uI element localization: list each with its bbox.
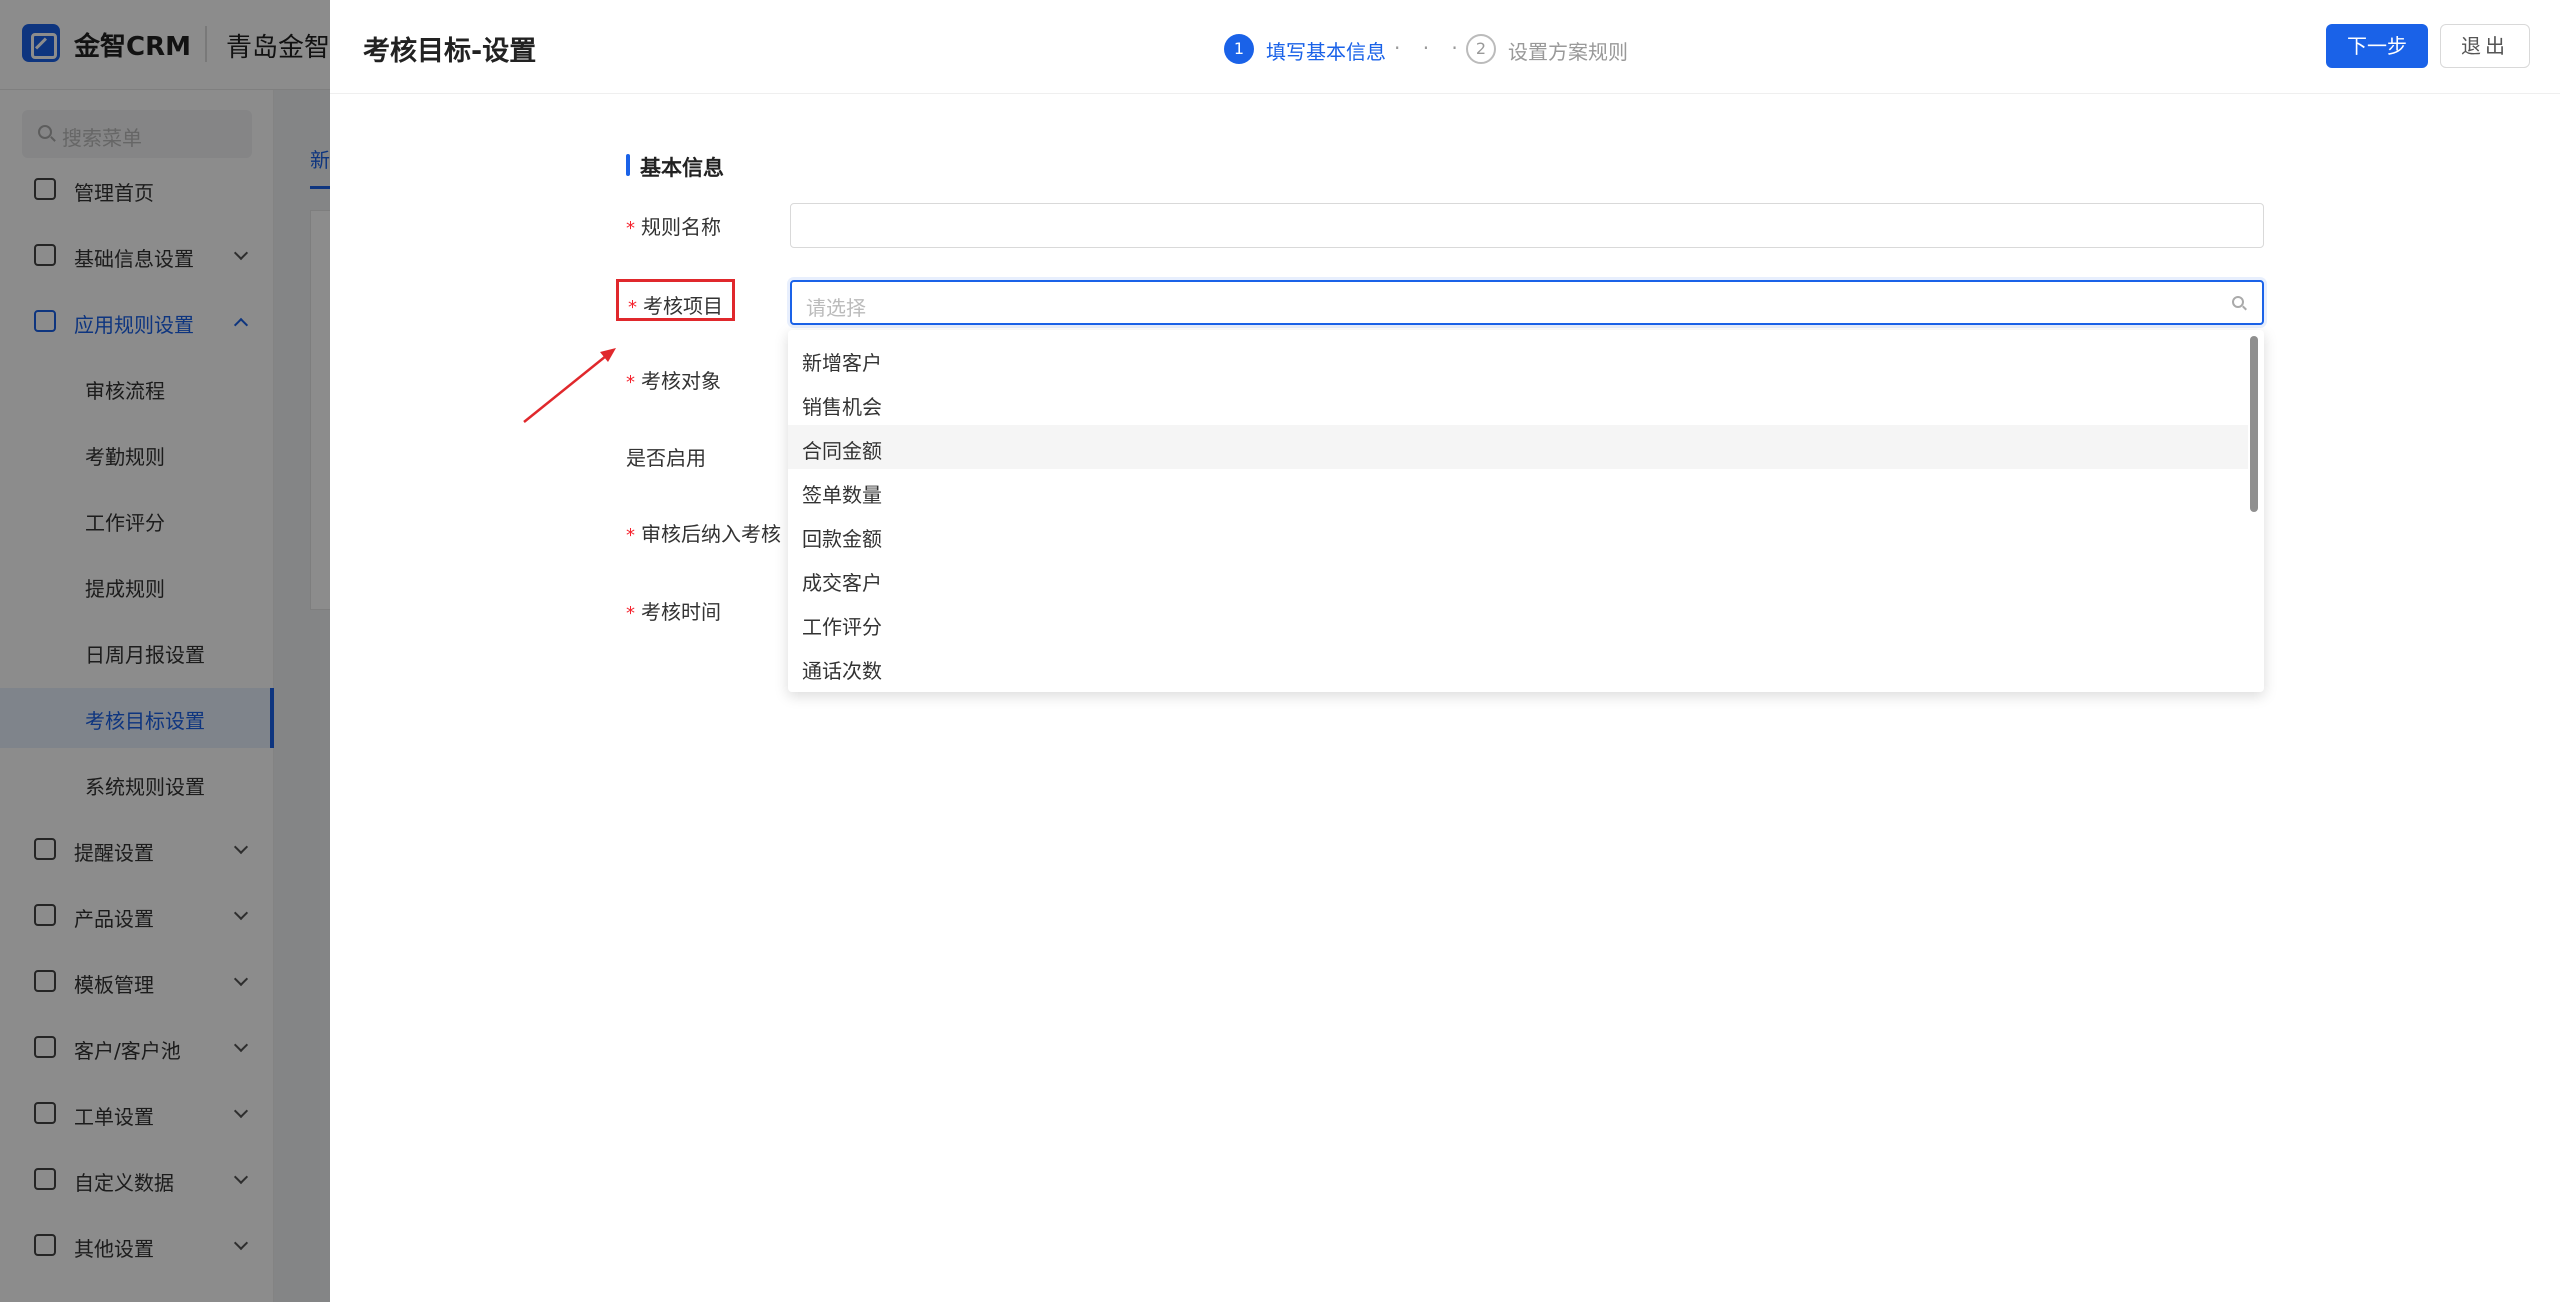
option-label: 成交客户 [802, 571, 882, 595]
option-label: 通话次数 [802, 659, 882, 683]
dropdown-option[interactable]: 签单数量 [788, 469, 2248, 513]
dropdown-option[interactable]: 通话次数 [788, 645, 2248, 689]
step-number: 1 [1224, 34, 1254, 64]
dropdown-option[interactable]: 成交客户 [788, 557, 2248, 601]
label-text: 考核时间 [641, 600, 721, 624]
next-step-button[interactable]: 下一步 [2326, 24, 2428, 68]
assessment-time-label: * 考核时间 [626, 596, 721, 626]
rule-name-input[interactable] [790, 203, 2264, 248]
after-review-label: * 审核后纳入考核 [626, 518, 781, 548]
label-text: 考核对象 [641, 369, 721, 393]
assessment-item-label: * 考核项目 [616, 279, 735, 321]
dropdown-scrollbar[interactable] [2250, 336, 2258, 512]
dropdown-option[interactable]: 销售机会 [788, 381, 2248, 425]
drawer-header: 考核目标-设置 1 填写基本信息 · · · 2 设置方案规则 下一步 退出 [330, 0, 2560, 94]
search-icon [2232, 296, 2244, 308]
step-separator: · · · [1394, 36, 1466, 60]
required-mark: * [626, 218, 635, 239]
section-title: 基本信息 [640, 156, 724, 180]
drawer-title: 考核目标-设置 [363, 36, 537, 67]
rule-name-label: * 规则名称 [626, 211, 721, 241]
required-mark: * [626, 525, 635, 546]
select-placeholder: 请选择 [806, 296, 866, 320]
option-label: 合同金额 [802, 439, 882, 463]
option-label: 工作评分 [802, 615, 882, 639]
label-text: 审核后纳入考核 [641, 522, 781, 546]
exit-button[interactable]: 退出 [2440, 24, 2530, 68]
option-label: 销售机会 [802, 395, 882, 419]
required-mark: * [626, 603, 635, 624]
assessment-target-label: * 考核对象 [626, 365, 721, 395]
label-text: 规则名称 [641, 215, 721, 239]
required-mark: * [626, 372, 635, 393]
option-label: 回款金额 [802, 527, 882, 551]
required-mark: * [628, 297, 637, 318]
settings-drawer: 考核目标-设置 1 填写基本信息 · · · 2 设置方案规则 下一步 退出 基… [330, 0, 2560, 1302]
dropdown-option[interactable]: 新增客户 [788, 337, 2248, 381]
dropdown-option[interactable]: 工作评分 [788, 601, 2248, 645]
option-label: 签单数量 [802, 483, 882, 507]
step-number: 2 [1466, 34, 1496, 64]
section-accent-bar [626, 154, 630, 176]
option-label: 新增客户 [802, 351, 882, 375]
dropdown-option[interactable]: 合同金额 [788, 425, 2248, 469]
dropdown-option[interactable]: 回款金额 [788, 513, 2248, 557]
assessment-item-dropdown: 新增客户 销售机会 合同金额 签单数量 回款金额 成交客户 工作评分 通话次数 [788, 330, 2264, 692]
step-label: 填写基本信息 [1266, 40, 1386, 64]
label-text: 考核项目 [643, 294, 723, 318]
assessment-item-select[interactable]: 请选择 [790, 280, 2264, 325]
step-label: 设置方案规则 [1508, 40, 1628, 64]
enabled-label: 是否启用 [626, 446, 706, 470]
